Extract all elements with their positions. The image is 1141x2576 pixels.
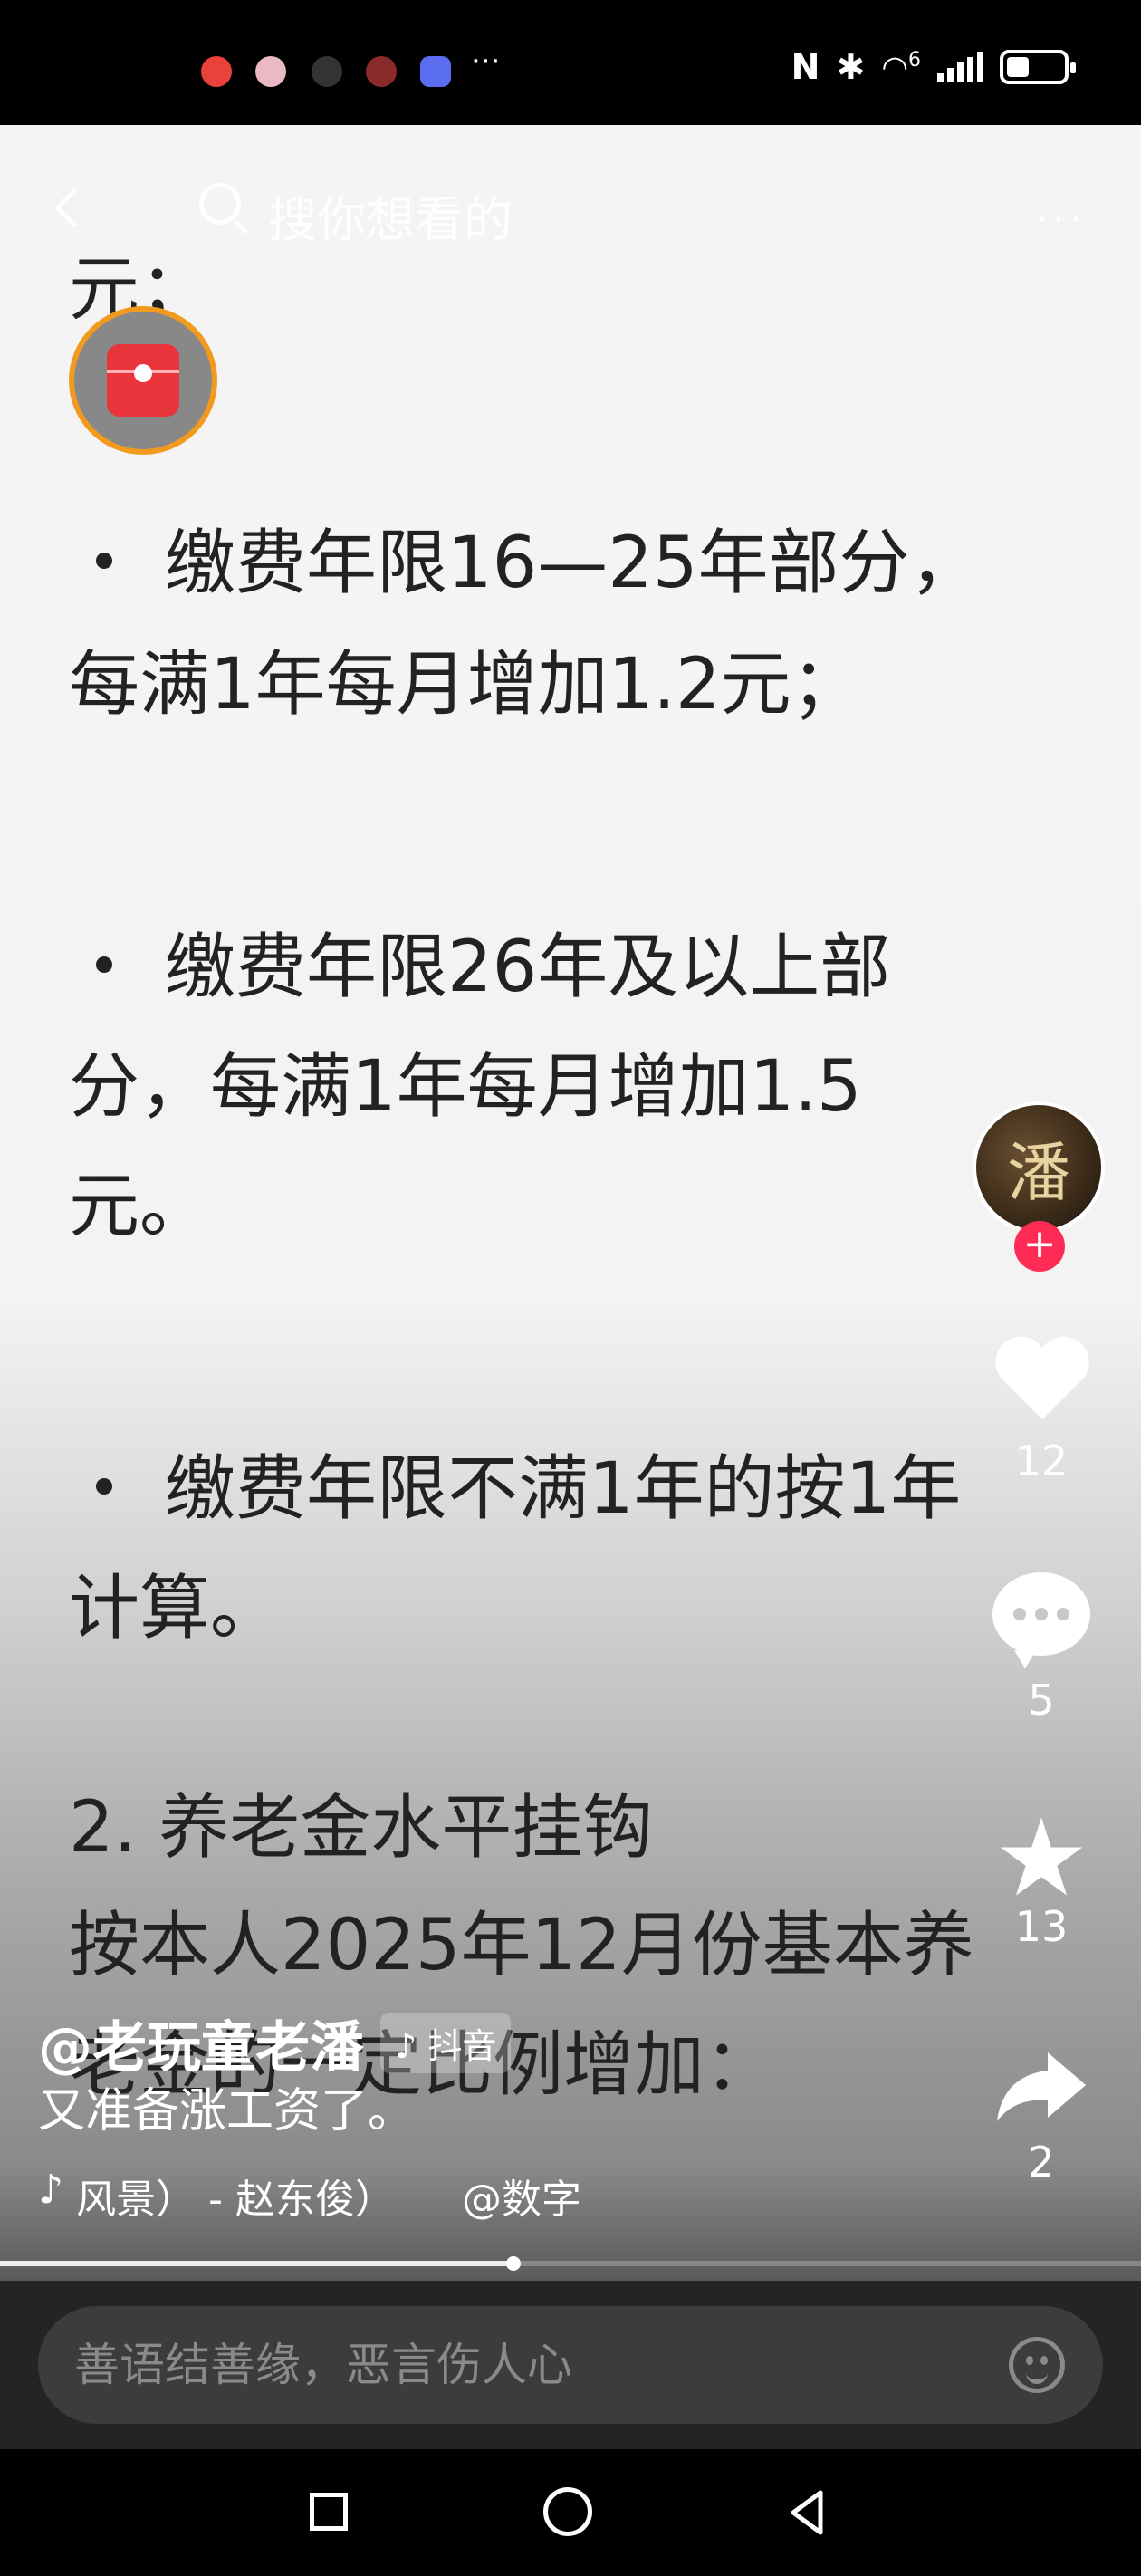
back-icon[interactable] bbox=[53, 187, 94, 228]
bullet-icon bbox=[96, 552, 112, 569]
search-icon[interactable] bbox=[199, 183, 241, 225]
nfc-icon: N bbox=[791, 47, 820, 87]
search-input[interactable]: 搜你想看的 bbox=[268, 179, 513, 251]
video-progress-fill bbox=[0, 2261, 513, 2266]
comment-button[interactable]: 5 bbox=[987, 1572, 1096, 1725]
status-indicators: N ✱ ◠6 bbox=[791, 47, 1076, 87]
music-info[interactable]: ♪ 风景） - 赵东俊） @数字 bbox=[38, 2167, 581, 2225]
home-button[interactable] bbox=[543, 2487, 592, 2536]
doc-line: 缴费年限16—25年部分， bbox=[165, 523, 981, 604]
doc-line: 缴费年限26年及以上部 bbox=[165, 927, 891, 1008]
doc-bullet-line: 缴费年限26年及以上部 bbox=[69, 908, 890, 1027]
notification-app-icon bbox=[366, 56, 397, 87]
bluetooth-icon: ✱ bbox=[836, 47, 866, 87]
doc-line: 按本人2025年12月份基本养 bbox=[69, 1905, 974, 1986]
author-name[interactable]: @老玩童老潘 ♪ 抖音 bbox=[38, 2004, 512, 2082]
platform-badge: ♪ 抖音 bbox=[380, 2013, 512, 2073]
battery-icon bbox=[1000, 50, 1076, 84]
doc-heading: 2. 养老金水平挂钩 bbox=[69, 1787, 654, 1869]
notification-app-icon bbox=[255, 56, 286, 87]
emoji-icon[interactable] bbox=[1009, 2337, 1065, 2393]
doc-line: 分，每满1年每月增加1.5 bbox=[69, 1046, 862, 1128]
video-caption: 又准备涨工资了。 bbox=[38, 2084, 416, 2139]
video-progress-knob[interactable] bbox=[506, 2256, 521, 2271]
status-bar: ··· N ✱ ◠6 bbox=[0, 0, 1141, 125]
more-options-icon[interactable]: ··· bbox=[1036, 199, 1087, 241]
doc-line: 每满1年每月增加1.2元； bbox=[69, 644, 862, 726]
mention-link[interactable]: @数字 bbox=[462, 2167, 581, 2225]
signal-icon bbox=[937, 52, 983, 82]
comment-bar: 善语结善缘，恶言伤人心 bbox=[0, 2281, 1141, 2449]
share-button[interactable]: 2 bbox=[987, 2045, 1096, 2187]
music-note-icon: ♪ bbox=[38, 2167, 64, 2213]
notification-app-icon bbox=[420, 56, 451, 87]
doc-bullet-line: 缴费年限16—25年部分， bbox=[69, 504, 981, 623]
like-button[interactable]: 12 bbox=[987, 1339, 1096, 1485]
battery-level bbox=[1007, 57, 1029, 77]
star-icon: ★ bbox=[993, 1795, 1089, 1920]
wifi-icon: ◠6 bbox=[881, 48, 921, 86]
video-progress-bar[interactable] bbox=[0, 2256, 1141, 2271]
doc-line: 缴费年限不满1年的按1年 bbox=[165, 1448, 962, 1530]
heart-icon bbox=[992, 1339, 1090, 1429]
bullet-icon bbox=[96, 956, 112, 973]
system-nav-bar bbox=[0, 2449, 1141, 2576]
red-packet-icon[interactable] bbox=[69, 306, 217, 455]
notification-app-icon bbox=[201, 56, 232, 87]
like-count: 12 bbox=[1014, 1437, 1069, 1485]
network-type-label: 6 bbox=[908, 48, 921, 72]
bullet-icon bbox=[96, 1477, 112, 1495]
follow-button[interactable]: + bbox=[1014, 1221, 1065, 1272]
author-handle[interactable]: @老玩童老潘 bbox=[38, 2004, 364, 2082]
top-search-bar: 搜你想看的 ··· bbox=[0, 167, 1141, 248]
comment-icon bbox=[992, 1572, 1090, 1668]
back-button[interactable] bbox=[781, 2485, 835, 2540]
doc-line: 元。 bbox=[69, 1166, 211, 1247]
notification-app-icon bbox=[312, 56, 342, 87]
platform-label: 抖音 bbox=[427, 2026, 497, 2066]
share-arrow-icon bbox=[997, 2052, 1086, 2121]
recent-apps-button[interactable] bbox=[310, 2493, 348, 2531]
tiktok-icon: ♪ bbox=[395, 2026, 417, 2066]
favorite-button[interactable]: ★ 13 bbox=[987, 1795, 1096, 1951]
comment-count: 5 bbox=[1028, 1676, 1055, 1725]
doc-bullet-line: 缴费年限不满1年的按1年 bbox=[69, 1429, 961, 1549]
video-content[interactable]: 元； 搜你想看的 ··· 缴费年限16—25年部分， 每满1年每月增加1.2元；… bbox=[0, 125, 1141, 2281]
status-more-icon: ··· bbox=[471, 43, 501, 80]
author-avatar[interactable]: 潘 bbox=[973, 1101, 1105, 1234]
comment-input[interactable]: 善语结善缘，恶言伤人心 bbox=[38, 2306, 1103, 2424]
music-title[interactable]: 风景） - 赵东俊） bbox=[76, 2167, 395, 2225]
share-count: 2 bbox=[1028, 2138, 1055, 2187]
doc-line: 计算。 bbox=[69, 1568, 282, 1649]
